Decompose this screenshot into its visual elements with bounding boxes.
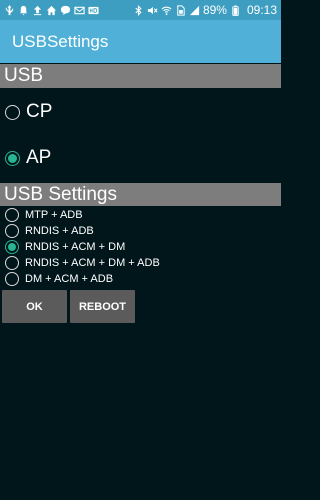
- battery-icon: [230, 4, 241, 16]
- upload-icon: [32, 5, 43, 16]
- radio-label: RNDIS + ACM + DM + ADB: [25, 257, 160, 269]
- status-bar-right-icons: 89% 09:13: [133, 3, 277, 17]
- radio-option-rndis-acm-dm-adb[interactable]: RNDIS + ACM + DM + ADB: [5, 256, 160, 270]
- home-icon: [46, 5, 57, 16]
- usb-settings-section-title: USB Settings: [4, 183, 117, 205]
- clock: 09:13: [246, 3, 277, 17]
- notification-icon: [18, 5, 29, 16]
- wifi-icon: [161, 5, 172, 16]
- hd-icon: [88, 5, 99, 16]
- app-title: USBSettings: [12, 31, 109, 51]
- radio-button[interactable]: [5, 272, 19, 286]
- bluetooth-icon: [133, 4, 144, 16]
- radio-button[interactable]: [5, 150, 20, 166]
- usb-section-title: USB: [4, 65, 44, 86]
- chat-icon: [60, 5, 71, 16]
- usb-section-header: USB: [0, 64, 281, 88]
- sim-icon: [175, 4, 186, 16]
- radio-label: MTP + ADB: [25, 209, 83, 221]
- radio-option-rndis-adb[interactable]: RNDIS + ADB: [5, 224, 94, 238]
- radio-label: AP: [26, 147, 52, 168]
- mute-icon: [147, 5, 158, 16]
- radio-option-ap[interactable]: AP: [5, 147, 51, 169]
- mail-icon: [74, 5, 85, 16]
- radio-button[interactable]: [5, 208, 19, 222]
- radio-option-mtp-adb[interactable]: MTP + ADB: [5, 208, 83, 222]
- radio-option-rndis-acm-dm[interactable]: RNDIS + ACM + DM: [5, 240, 125, 254]
- radio-label: DM + ACM + ADB: [25, 273, 114, 285]
- radio-label: RNDIS + ACM + DM: [25, 241, 126, 253]
- battery-percent: 89%: [202, 3, 227, 17]
- radio-label: RNDIS + ADB: [25, 225, 94, 237]
- radio-button[interactable]: [5, 256, 19, 270]
- status-bar: 89% 09:13: [0, 0, 281, 20]
- reboot-button[interactable]: REBOOT: [70, 290, 135, 323]
- usb-settings-section-header: USB Settings: [0, 183, 281, 206]
- radio-option-dm-acm-adb[interactable]: DM + ACM + ADB: [5, 272, 113, 286]
- signal-icon: [189, 5, 200, 16]
- usb-icon: [4, 4, 15, 16]
- ok-button[interactable]: OK: [2, 290, 67, 323]
- radio-button[interactable]: [5, 224, 19, 238]
- radio-button[interactable]: [5, 240, 19, 254]
- status-bar-left-icons: [4, 4, 99, 16]
- app-bar: USBSettings: [0, 20, 281, 63]
- radio-label: CP: [26, 101, 53, 122]
- radio-button[interactable]: [5, 104, 20, 120]
- radio-option-cp[interactable]: CP: [5, 101, 52, 123]
